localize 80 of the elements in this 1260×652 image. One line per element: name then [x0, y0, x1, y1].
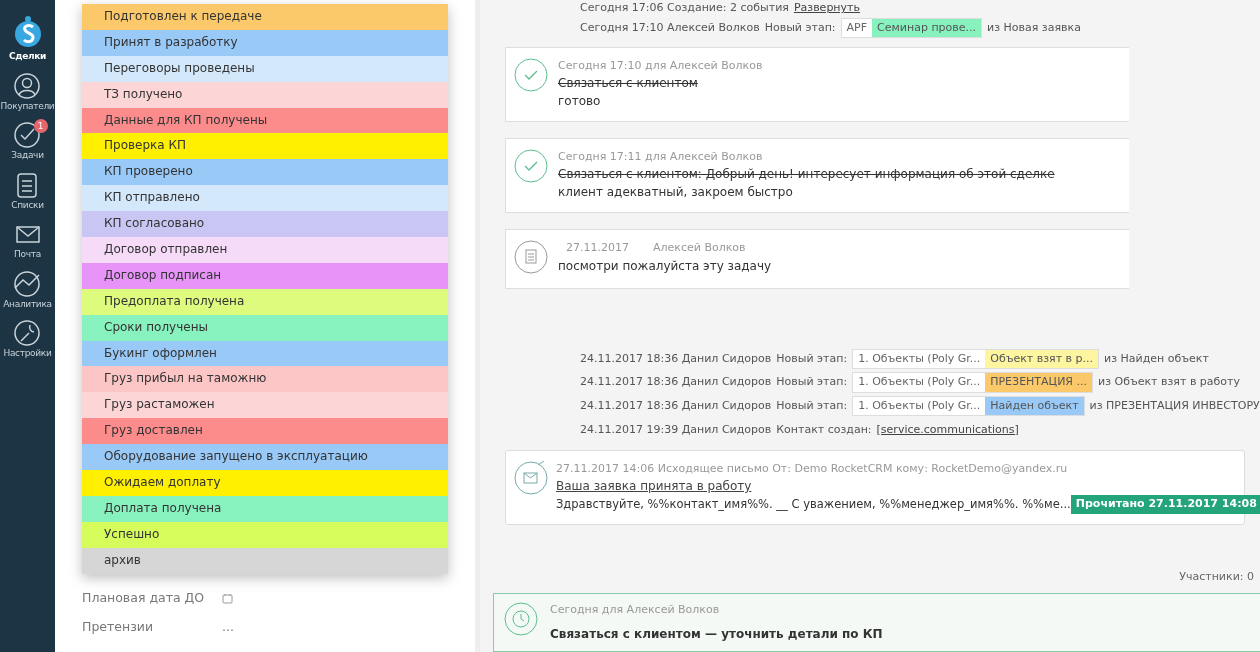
field-label: Претензии — [82, 617, 155, 636]
clock-icon — [504, 602, 538, 637]
field-value[interactable]: ... — [222, 617, 234, 637]
dropdown-option[interactable]: Предоплата получена — [82, 288, 448, 315]
event-label: Новый этап: — [776, 350, 848, 367]
dropdown-option[interactable]: Договор подписан — [82, 262, 448, 289]
dropdown-option[interactable]: ТЗ получено — [82, 81, 448, 108]
sidebar-label[interactable]: Почта — [14, 248, 41, 262]
task-result: клиент адекватный, закроем быстро — [558, 184, 794, 202]
sidebar-label[interactable]: Покупатели — [0, 99, 55, 113]
event-label: Контакт создан: — [776, 421, 872, 438]
note-author: Алексей Волков — [653, 240, 746, 257]
sidebar-label[interactable]: Списки — [11, 198, 44, 212]
envelope-icon — [514, 460, 548, 495]
task-result: готово — [558, 93, 602, 111]
event-text: из Найден объект — [1104, 350, 1209, 367]
note-text: посмотри пожалуйста эту задачу — [558, 257, 772, 275]
expand-link[interactable]: Развернуть — [793, 0, 860, 17]
event-text: 24.11.2017 19:39 Данил Сидоров — [580, 421, 772, 438]
event-text: из Новая заявка — [987, 19, 1081, 36]
event-text: 24.11.2017 18:36 Данил Сидоров — [580, 398, 772, 414]
reminder-title: Связаться с клиентом — уточнить детали по КП — [550, 625, 883, 643]
sidebar-label[interactable]: Задачи — [11, 149, 44, 163]
task-meta: Сегодня 17:11 для Алексей Волков — [558, 148, 764, 165]
email-meta: 27.11.2017 14:06 Исходящее письмо От: Demo RocketCRM кому: RocketDemo@yandex.ru — [556, 460, 1069, 477]
dropdown-option[interactable]: Договор отправлен — [82, 237, 448, 263]
dropdown-option[interactable]: архив — [82, 547, 448, 574]
task-meta: Сегодня 17:10 для Алексей Волков — [558, 57, 763, 74]
dropdown-option[interactable]: Груз растаможен — [82, 392, 448, 419]
reminder-meta: Сегодня для Алексей Волков — [550, 602, 721, 619]
stage-tag: 1. Объекты (Poly Gr... ПРЕЗЕНТАЦИЯ ... — [852, 372, 1093, 393]
read-badge: Прочитано 27.11.2017 14:08 — [1070, 495, 1260, 514]
task-title: Связаться с клиентом — [558, 75, 699, 93]
dropdown-option[interactable]: Подготовлен к передаче — [82, 4, 448, 30]
checkmark-icon — [514, 57, 548, 92]
dropdown-option[interactable]: Проверка КП — [82, 133, 448, 160]
task-title: Связаться с клиентом: Добрый день! интересует информация об этой сделке — [558, 166, 1055, 184]
dropdown-option[interactable]: Переговоры проведены — [82, 55, 448, 82]
checkmark-icon — [514, 148, 548, 183]
note-date: 27.11.2017 — [566, 240, 629, 257]
event-text: Сегодня 17:06 Создание: 2 события — [580, 0, 789, 17]
event-text: Сегодня 17:10 Алексей Волков — [580, 19, 760, 36]
notification-badge: 1 — [33, 119, 48, 133]
dropdown-option[interactable]: КП согласовано — [82, 211, 448, 237]
logo-icon[interactable] — [13, 14, 42, 48]
sidebar-label[interactable]: Настройки — [3, 347, 52, 361]
stage-tag: 1. Объекты (Poly Gr... Объект взят в р... — [852, 348, 1100, 369]
participants-count: Участники: 0 — [1179, 568, 1254, 585]
sidebar-label[interactable]: Аналитика — [3, 297, 52, 311]
event-text: 24.11.2017 18:36 Данил Сидоров — [580, 374, 772, 391]
event-label: Новый этап: — [764, 19, 836, 36]
event-text: 24.11.2017 18:36 Данил Сидоров — [580, 350, 772, 367]
event-text: из Объект взят в работу — [1098, 374, 1240, 391]
dropdown-option[interactable]: Сроки получены — [82, 314, 448, 341]
event-label: Новый этап: — [776, 398, 848, 414]
dropdown-option[interactable]: Успешно — [82, 521, 448, 548]
dropdown-option[interactable]: КП проверено — [82, 159, 448, 186]
dropdown-option[interactable]: Букинг оформлен — [82, 340, 448, 367]
event-label: Новый этап: — [776, 374, 848, 391]
email-preview: Здравствуйте, %%контакт_имя%%. __ С уважением, %%менеджер_имя%%. %%ме... — [556, 495, 1071, 513]
stage-tag: 1. Объекты (Poly Gr... Найден объект — [852, 396, 1085, 417]
dropdown-option[interactable]: Оборудование запущено в эксплуатацию — [82, 444, 448, 471]
dropdown-option[interactable]: Данные для КП получены — [82, 107, 448, 134]
dropdown-option[interactable]: Принят в разработку — [82, 29, 448, 56]
checkmark-icon[interactable] — [13, 121, 42, 149]
dropdown-option[interactable]: КП отправлено — [82, 185, 448, 212]
people-icon[interactable] — [13, 71, 42, 100]
document-icon — [514, 240, 548, 275]
event-text: из ПРЕЗЕНТАЦИЯ ИНВЕСТОРУ — [1089, 398, 1260, 414]
chart-icon[interactable] — [13, 269, 42, 298]
dropdown-option[interactable]: Ожидаем доплату — [82, 470, 448, 496]
stage-tag: APF Семинар прове... — [840, 17, 983, 39]
dropdown-option[interactable]: Груз прибыл на таможню — [82, 366, 448, 393]
sidebar-label[interactable]: Сделки — [8, 50, 47, 64]
dropdown-option[interactable]: Груз доставлен — [82, 418, 448, 445]
dropdown-option[interactable]: Доплата получена — [82, 495, 448, 522]
field-label: Плановая дата ДО — [82, 588, 206, 607]
contact-link[interactable]: [service.communications] — [876, 421, 1019, 439]
wrench-icon[interactable] — [13, 319, 42, 347]
email-subject[interactable]: Ваша заявка принята в работу — [556, 477, 1260, 496]
